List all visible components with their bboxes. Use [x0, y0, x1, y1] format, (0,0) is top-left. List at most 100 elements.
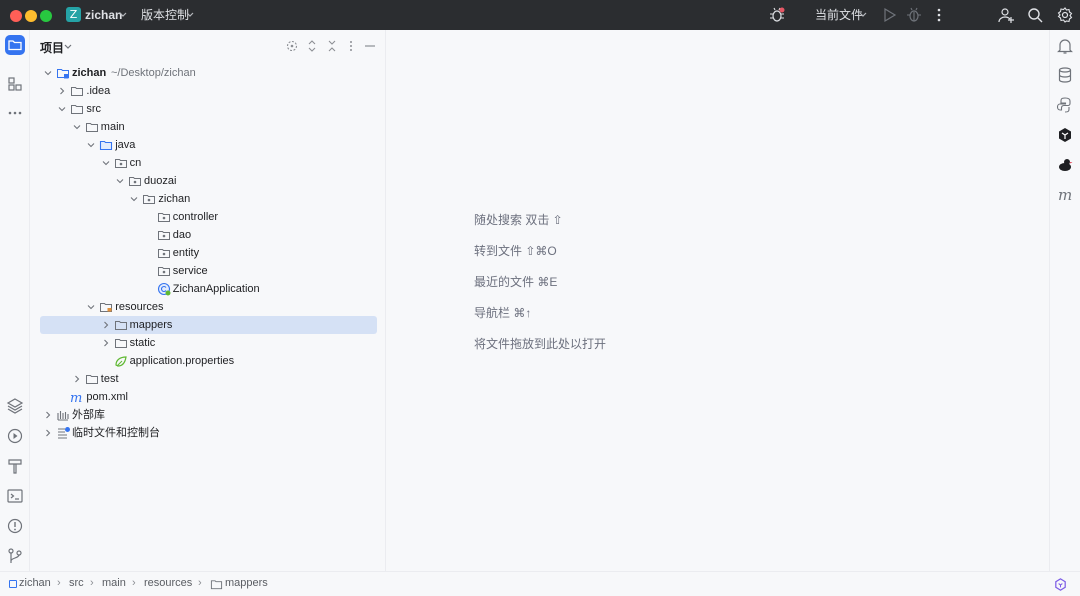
chevron-down-icon[interactable] [62, 40, 74, 52]
breadcrumb-src[interactable]: src [69, 577, 84, 589]
chevron-down-icon[interactable] [114, 175, 126, 187]
tree-node-label: service [172, 265, 208, 277]
tree-row-cn[interactable]: cn [40, 154, 377, 172]
tree-node-label: 临时文件和控制台 [72, 427, 160, 439]
chevron-right-icon[interactable] [42, 409, 54, 421]
run-config-dropdown[interactable]: 当前文件 [815, 0, 863, 30]
editor-empty-area[interactable]: 随处搜索 双击 ⇧ 转到文件 ⇧⌘O 最近的文件 ⌘E 导航栏 ⌘↑ 将文件拖放… [387, 30, 1049, 571]
tree-node-label: controller [172, 211, 219, 223]
notifications-icon[interactable] [1055, 36, 1075, 56]
minimize-window-button[interactable] [25, 10, 37, 22]
options-icon[interactable] [343, 38, 359, 54]
tree-node-label: 外部库 [72, 409, 105, 421]
package-icon [157, 264, 171, 278]
database-icon[interactable] [1055, 65, 1075, 85]
structure-icon[interactable] [5, 74, 25, 94]
chevron-down-icon[interactable] [85, 301, 97, 313]
tree-row-dao[interactable]: dao [40, 226, 377, 244]
ai-status-icon[interactable] [1053, 577, 1068, 592]
package-icon [142, 192, 156, 206]
tree-row-entity[interactable]: entity [40, 244, 377, 262]
ide-window: Z zichan 版本控制 当前文件 项目 zichan ~/Desktop/z… [0, 0, 1080, 596]
chevron-down-icon[interactable] [85, 139, 97, 151]
git-icon[interactable] [5, 546, 25, 566]
tree-row-zichan[interactable]: zichan ~/Desktop/zichan [40, 64, 377, 82]
services-icon[interactable] [5, 426, 25, 446]
breadcrumb-zichan[interactable]: zichan [19, 577, 51, 589]
tree-row-java[interactable]: java [40, 136, 377, 154]
vcs-dropdown[interactable]: 版本控制 [141, 0, 189, 30]
close-window-button[interactable] [10, 10, 22, 22]
tree-row-duozai[interactable]: duozai [40, 172, 377, 190]
tree-row-pom-xml[interactable]: m pom.xml [40, 388, 377, 406]
chevron-right-icon[interactable] [56, 85, 68, 97]
module-folder-icon [56, 66, 70, 80]
package-icon [157, 228, 171, 242]
maven-m-icon[interactable]: m [1055, 185, 1075, 205]
duck-plugin-icon[interactable] [1055, 155, 1075, 175]
source-folder-icon [99, 138, 113, 152]
tree-row-idea[interactable]: .idea [40, 82, 377, 100]
chevron-right-icon[interactable] [100, 337, 112, 349]
chevron-down-icon[interactable] [71, 121, 83, 133]
python-icon[interactable] [1055, 95, 1075, 115]
tree-row-main[interactable]: main [40, 118, 377, 136]
tree-row-src[interactable]: src [40, 100, 377, 118]
more-vertical-icon[interactable] [930, 6, 948, 24]
hide-icon[interactable] [362, 38, 378, 54]
breadcrumb-main[interactable]: main [102, 577, 126, 589]
terminal-icon[interactable] [5, 486, 25, 506]
tree-node-label: test [100, 373, 119, 385]
tree-row-test[interactable]: test [40, 370, 377, 388]
project-badge[interactable]: Z [66, 7, 81, 22]
tree-row-application-properties[interactable]: application.properties [40, 352, 377, 370]
problems-icon[interactable] [5, 516, 25, 536]
tree-node-label: dao [172, 229, 192, 241]
tree-row-static[interactable]: static [40, 334, 377, 352]
debug-icon[interactable] [905, 6, 923, 24]
chevron-right-icon[interactable] [42, 427, 54, 439]
resources-folder-icon [99, 300, 113, 314]
chevron-down-icon[interactable] [56, 103, 68, 115]
project-icon[interactable] [5, 35, 25, 55]
tree-node-label: resources [115, 301, 164, 313]
tree-node-label: duozai [144, 175, 177, 187]
zoom-window-button[interactable] [40, 10, 52, 22]
bug-run-icon[interactable] [768, 6, 786, 24]
chevron-down-icon[interactable] [128, 193, 140, 205]
tree-row-resources[interactable]: resources [40, 298, 377, 316]
expand-all-icon[interactable] [304, 38, 320, 54]
tree-node-path-hint: ~/Desktop/zichan [111, 67, 196, 79]
tree-row-controller[interactable]: controller [40, 208, 377, 226]
locate-icon[interactable] [284, 38, 300, 54]
maven-icon: m [70, 390, 84, 404]
chevron-right-icon[interactable] [71, 373, 83, 385]
tree-row-zichanapplication[interactable]: ZichanApplication [40, 280, 377, 298]
chevron-right-icon[interactable] [100, 319, 112, 331]
layers-icon[interactable] [5, 396, 25, 416]
settings-icon[interactable] [1056, 6, 1074, 24]
tree-row-zichan[interactable]: zichan [40, 190, 377, 208]
chevron-down-icon[interactable] [42, 67, 54, 79]
tree-row[interactable]: 外部库 [40, 406, 377, 424]
package-icon [157, 246, 171, 260]
tree-row-service[interactable]: service [40, 262, 377, 280]
build-icon[interactable] [5, 456, 25, 476]
right-tool-strip: m [1049, 30, 1080, 571]
play-icon[interactable] [880, 6, 898, 24]
tree-row-mappers[interactable]: mappers [40, 316, 377, 334]
folder-icon [114, 318, 128, 332]
tree-node-label: zichan [72, 67, 107, 79]
panel-title[interactable]: 项目 [40, 39, 64, 56]
breadcrumb-mappers[interactable]: mappers [225, 577, 268, 589]
more-horizontal-icon[interactable] [5, 103, 25, 123]
tree-node-label: .idea [86, 85, 111, 97]
ai-assistant-icon[interactable] [1055, 125, 1075, 145]
folder-icon [70, 102, 84, 116]
breadcrumb-resources[interactable]: resources [144, 577, 192, 589]
collapse-all-icon[interactable] [324, 38, 340, 54]
tree-row[interactable]: 临时文件和控制台 [40, 424, 377, 442]
add-user-icon[interactable] [997, 6, 1015, 24]
chevron-down-icon[interactable] [100, 157, 112, 169]
search-icon[interactable] [1026, 6, 1044, 24]
